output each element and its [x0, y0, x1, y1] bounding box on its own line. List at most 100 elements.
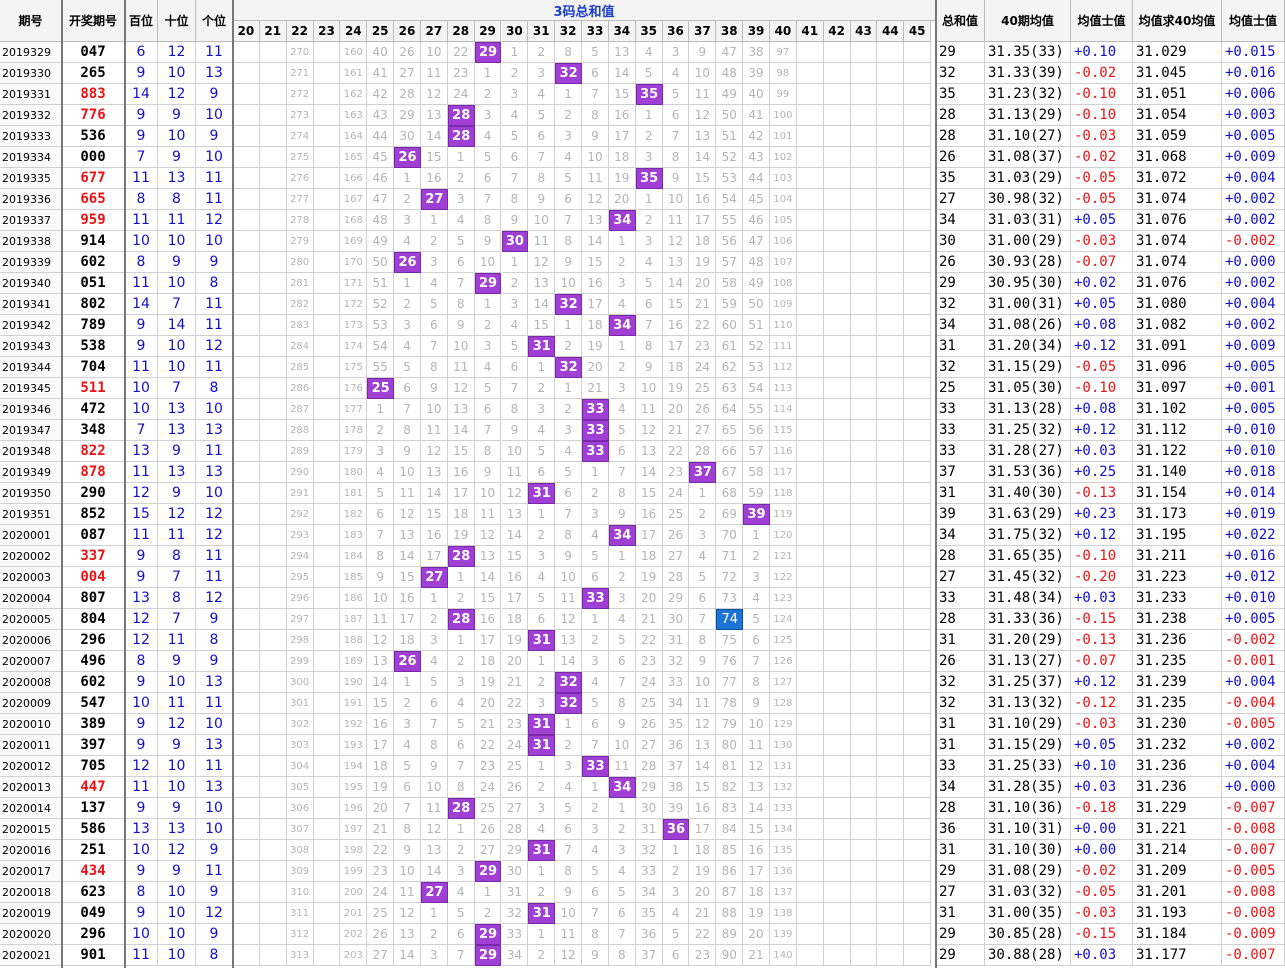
empty-cell — [904, 63, 932, 84]
miss-count: 12 — [689, 105, 717, 126]
empty-cell — [823, 609, 851, 630]
empty-cell — [259, 651, 287, 672]
row-hundreds-digit: 9 — [125, 735, 158, 756]
row-tens-digit: 11 — [158, 693, 196, 714]
sum-hit-marker: 29 — [474, 861, 502, 882]
miss-count: 13 — [582, 210, 609, 231]
row-units-digit: 10 — [196, 231, 233, 252]
empty-cell — [850, 126, 878, 147]
miss-count: 6 — [582, 882, 609, 903]
miss-count: 7 — [501, 378, 529, 399]
miss-count: 77 — [716, 672, 744, 693]
miss-count: 3 — [528, 546, 556, 567]
miss-count: 9 — [743, 693, 770, 714]
row-units-digit: 9 — [196, 882, 233, 903]
row-sum: 34 — [936, 210, 985, 231]
empty-cell — [823, 147, 851, 168]
row-sum: 32 — [936, 672, 985, 693]
empty-cell — [796, 336, 824, 357]
row-avg-of-avg: 31.211 — [1133, 546, 1222, 567]
column-separator — [61, 0, 63, 968]
miss-count: 36 — [635, 924, 663, 945]
miss-count: 7 — [394, 399, 421, 420]
miss-count: 100 — [770, 105, 797, 126]
sum-column-header: 24 — [340, 21, 368, 42]
empty-cell — [233, 315, 260, 336]
sum-column-header: 35 — [635, 21, 663, 42]
miss-count: 6 — [367, 504, 395, 525]
miss-count: 174 — [340, 336, 368, 357]
miss-count: 84 — [716, 819, 744, 840]
empty-cell — [259, 693, 287, 714]
miss-count: 3 — [662, 42, 690, 63]
miss-count: 5 — [528, 441, 556, 462]
empty-cell — [904, 231, 932, 252]
miss-count: 2 — [528, 777, 556, 798]
miss-count: 2 — [608, 357, 636, 378]
miss-count: 4 — [447, 693, 475, 714]
empty-cell — [313, 546, 341, 567]
miss-count: 10 — [635, 378, 663, 399]
empty-cell — [313, 336, 341, 357]
miss-count: 27 — [662, 546, 690, 567]
row-units-digit: 11 — [196, 546, 233, 567]
miss-count: 12 — [743, 756, 770, 777]
row-tens-digit: 10 — [158, 924, 196, 945]
empty-cell — [823, 315, 851, 336]
miss-count: 305 — [286, 777, 314, 798]
miss-count: 202 — [340, 924, 368, 945]
miss-count: 13 — [394, 924, 421, 945]
empty-cell — [233, 924, 260, 945]
miss-count: 1 — [608, 798, 636, 819]
empty-cell — [313, 252, 341, 273]
miss-count: 1 — [555, 714, 583, 735]
empty-cell — [259, 777, 287, 798]
miss-count: 1 — [528, 504, 556, 525]
miss-count: 293 — [286, 525, 314, 546]
empty-cell — [313, 819, 341, 840]
empty-cell — [904, 609, 932, 630]
empty-cell — [259, 714, 287, 735]
row-hundreds-digit: 9 — [125, 672, 158, 693]
row-draw-number: 602 — [62, 252, 125, 273]
miss-count: 1 — [501, 42, 529, 63]
row-tens-digit: 14 — [158, 315, 196, 336]
empty-cell — [850, 714, 878, 735]
empty-cell — [823, 735, 851, 756]
row-avg-of-avg: 31.184 — [1133, 924, 1222, 945]
empty-cell — [904, 567, 932, 588]
row-units-digit: 12 — [196, 210, 233, 231]
row-period: 2019336 — [0, 189, 62, 210]
sum-hit-marker: 31 — [528, 903, 556, 924]
empty-cell — [313, 735, 341, 756]
miss-count: 71 — [716, 546, 744, 567]
sum-hit-marker: 25 — [367, 378, 395, 399]
empty-cell — [823, 189, 851, 210]
miss-count: 6 — [420, 693, 448, 714]
miss-count: 10 — [474, 252, 502, 273]
miss-count: 9 — [394, 840, 421, 861]
empty-cell — [796, 903, 824, 924]
miss-count: 5 — [474, 378, 502, 399]
row-sum: 30 — [936, 231, 985, 252]
empty-cell — [796, 168, 824, 189]
row-avg-of-avg: 31.140 — [1133, 462, 1222, 483]
row-avg-diff: +0.08 — [1071, 399, 1133, 420]
miss-count: 4 — [394, 336, 421, 357]
empty-cell — [850, 777, 878, 798]
miss-count: 5 — [555, 462, 583, 483]
miss-count-highlight: 74 — [716, 609, 744, 630]
miss-count: 58 — [716, 273, 744, 294]
miss-count: 14 — [608, 63, 636, 84]
miss-count: 43 — [367, 105, 395, 126]
row-period: 2020004 — [0, 588, 62, 609]
miss-count: 16 — [367, 714, 395, 735]
empty-cell — [259, 630, 287, 651]
miss-count: 75 — [716, 630, 744, 651]
row-avg-of-avg: 31.232 — [1133, 735, 1222, 756]
miss-count: 21 — [635, 609, 663, 630]
row-period: 2020003 — [0, 567, 62, 588]
miss-count: 23 — [635, 651, 663, 672]
row-sum: 29 — [936, 42, 985, 63]
miss-count: 14 — [689, 147, 717, 168]
